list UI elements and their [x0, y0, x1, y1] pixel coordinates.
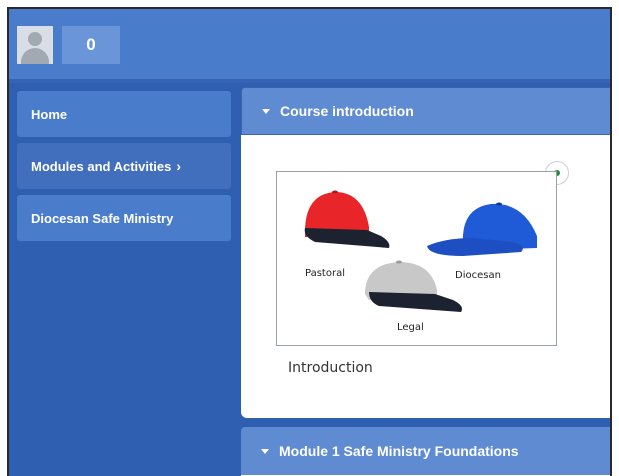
sidebar-item-label: Home [31, 106, 68, 122]
section-title: Module 1 Safe Ministry Foundations [279, 443, 519, 459]
caret-down-icon [262, 108, 270, 114]
section-header-module-1[interactable]: Module 1 Safe Ministry Foundations [241, 427, 610, 475]
activity-link-introduction[interactable]: Introduction [288, 360, 373, 376]
sidebar-item-label: Modules and Activities [31, 158, 172, 174]
red-cap-icon [304, 190, 390, 248]
blue-cap-icon [427, 202, 537, 256]
section-title: Course introduction [280, 103, 414, 119]
notification-counter[interactable]: 0 [62, 26, 120, 64]
user-avatar-icon[interactable] [17, 26, 53, 64]
section-header-course-introduction[interactable]: Course introduction [241, 87, 610, 135]
app-frame: 0 Home Modules and Activities › Diocesan… [7, 7, 612, 476]
chevron-right-icon: › [176, 158, 182, 174]
cap-label-pastoral: Pastoral [305, 268, 345, 279]
topbar-divider [9, 79, 610, 83]
caps-illustration [304, 190, 537, 312]
course-content: Course introduction Pastoral Diocesan Le… [241, 87, 610, 476]
sidebar-item-modules[interactable]: Modules and Activities › [17, 143, 231, 189]
sidebar-item-home[interactable]: Home [17, 91, 231, 137]
cap-label-diocesan: Diocesan [455, 270, 501, 281]
sidebar-item-diocesan-safe-ministry[interactable]: Diocesan Safe Ministry [17, 195, 231, 241]
avatar-head [28, 32, 42, 46]
caret-down-icon [261, 448, 269, 454]
avatar-body [21, 48, 49, 64]
activity-thumbnail[interactable]: Pastoral Diocesan Legal [276, 171, 557, 346]
grey-cap-icon [365, 260, 462, 312]
top-bar: 0 [9, 9, 610, 79]
cap-label-legal: Legal [397, 322, 424, 333]
section-body: Pastoral Diocesan Legal Introduction [241, 135, 610, 418]
sidebar-item-label: Diocesan Safe Ministry [31, 210, 174, 226]
